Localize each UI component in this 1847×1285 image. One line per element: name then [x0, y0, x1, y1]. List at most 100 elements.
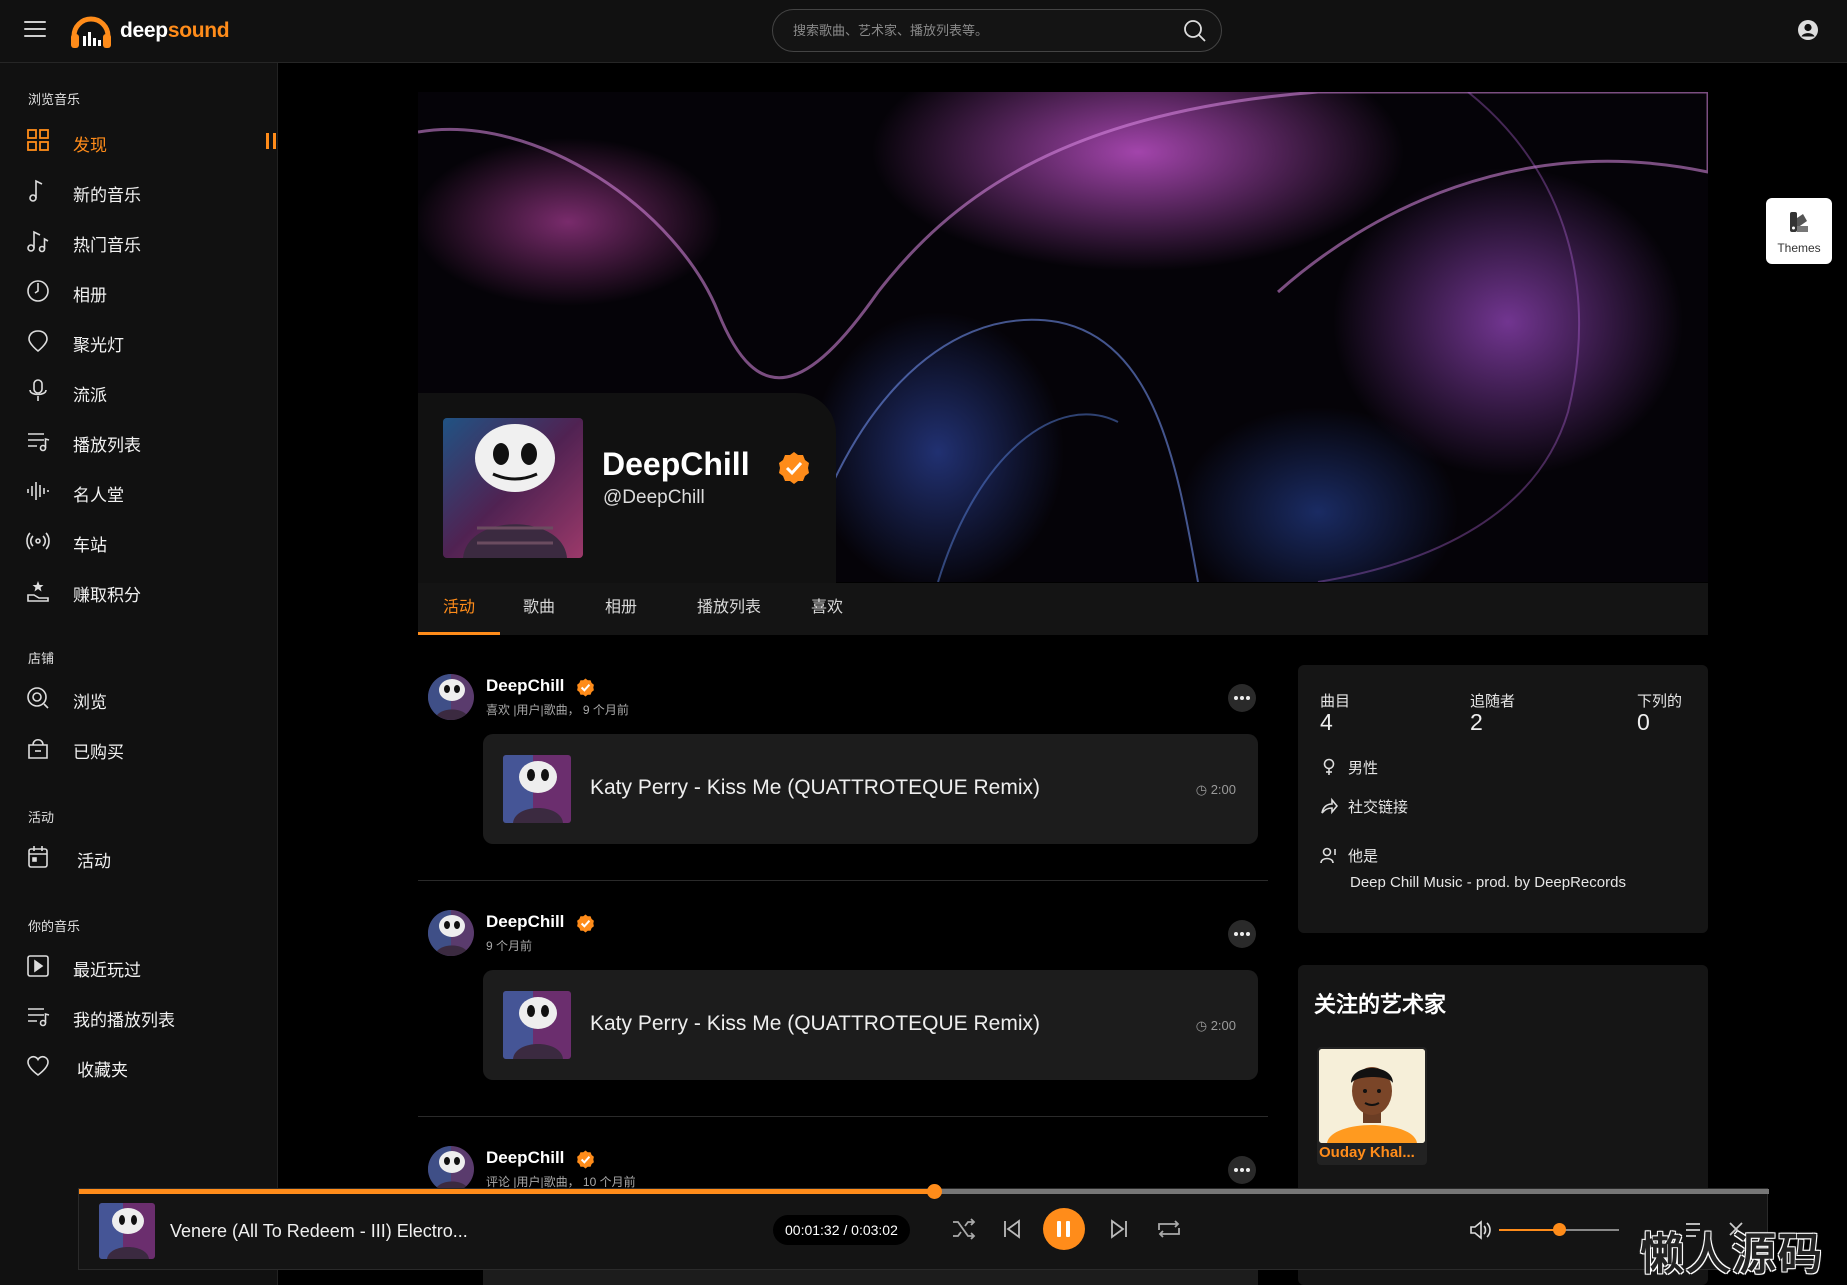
sidebar-item-genres[interactable]: 流派 [0, 368, 278, 414]
themes-label: Themes [1777, 241, 1821, 255]
track-artwork [503, 755, 571, 823]
track-duration: ◷ 2:00 [1196, 1018, 1236, 1034]
seek-bar-progress [79, 1189, 935, 1194]
following-count[interactable]: 0 [1637, 709, 1650, 736]
following-label: 下列的 [1637, 693, 1683, 710]
sidebar-item-label: 活动 [77, 852, 111, 871]
waveform-icon [26, 479, 52, 503]
section-title-events: 活动 [28, 810, 55, 825]
activity-username[interactable]: DeepChill [486, 912, 564, 932]
more-options-button[interactable] [1228, 920, 1256, 948]
activity-meta: 喜欢 |用户|歌曲， 9 个月前 [486, 703, 629, 717]
tab-albums[interactable]: 相册 [596, 583, 646, 635]
tab-activity[interactable]: 活动 [418, 583, 500, 635]
profile-avatar[interactable] [443, 418, 583, 558]
tab-playlists[interactable]: 播放列表 [678, 583, 780, 635]
shuffle-icon[interactable] [951, 1217, 977, 1246]
sidebar-item-new-music[interactable]: 新的音乐 [0, 168, 278, 214]
grid-icon [26, 129, 52, 153]
clock-icon: ◷ [1195, 782, 1211, 797]
search-bar [772, 9, 1222, 52]
user-avatar[interactable] [428, 910, 474, 956]
sidebar-item-label: 流派 [73, 386, 107, 405]
now-playing-artwork[interactable] [99, 1203, 155, 1259]
seek-bar[interactable] [79, 1184, 1769, 1199]
sidebar-item-purchased[interactable]: 已购买 [0, 725, 278, 771]
volume-icon[interactable] [1469, 1219, 1493, 1246]
sidebar-item-recently-played[interactable]: 最近玩过 [0, 943, 278, 989]
sidebar-item-label: 热门音乐 [73, 236, 141, 255]
activity-username[interactable]: DeepChill [486, 1148, 564, 1168]
section-title-store: 店铺 [28, 651, 55, 666]
social-links-row[interactable]: 社交链接 [1320, 796, 1408, 819]
music-notes-icon [26, 229, 52, 253]
track-card[interactable]: Katy Perry - Kiss Me (QUATTROTEQUE Remix… [483, 734, 1258, 844]
sidebar-item-label: 相册 [73, 286, 107, 305]
tab-likes[interactable]: 喜欢 [794, 583, 860, 635]
section-title-your-music: 你的音乐 [28, 919, 81, 934]
sidebar: 浏览音乐 发现 新的音乐 热门音乐 相册 聚光灯 流派 播放列表 名人堂 车站 … [0, 63, 278, 1285]
user-avatar[interactable] [428, 1146, 474, 1192]
seek-handle[interactable] [927, 1184, 943, 1199]
previous-track-icon[interactable] [1002, 1218, 1022, 1245]
search-input[interactable] [791, 10, 1161, 51]
themes-palette-icon [1788, 210, 1810, 239]
sidebar-item-label: 赚取积分 [73, 586, 141, 605]
verified-badge-icon [576, 678, 595, 702]
volume-slider[interactable] [1499, 1223, 1619, 1236]
social-links-label: 社交链接 [1348, 799, 1409, 816]
more-options-button[interactable] [1228, 684, 1256, 712]
sidebar-item-label: 最近玩过 [73, 961, 141, 980]
user-avatar[interactable] [428, 674, 474, 720]
sidebar-item-albums[interactable]: 相册 [0, 268, 278, 314]
sidebar-item-label: 播放列表 [73, 436, 141, 455]
sidebar-item-browse[interactable]: 浏览 [0, 675, 278, 721]
gender-value: 男性 [1348, 760, 1379, 777]
album-disc-icon [26, 279, 52, 303]
user-account-icon[interactable] [1797, 19, 1819, 46]
sidebar-item-stations[interactable]: 车站 [0, 518, 278, 564]
logo[interactable]: deepsound [68, 8, 230, 54]
next-track-icon[interactable] [1109, 1218, 1129, 1245]
activity-username[interactable]: DeepChill [486, 676, 564, 696]
recent-play-icon [26, 954, 52, 978]
track-title[interactable]: Katy Perry - Kiss Me (QUATTROTEQUE Remix… [590, 1012, 1040, 1036]
artist-name[interactable]: Ouday Khal... [1319, 1144, 1425, 1161]
track-title[interactable]: Katy Perry - Kiss Me (QUATTROTEQUE Remix… [590, 776, 1040, 800]
track-card[interactable]: Katy Perry - Kiss Me (QUATTROTEQUE Remix… [483, 970, 1258, 1080]
sidebar-item-my-playlists[interactable]: 我的播放列表 [0, 993, 278, 1039]
purchased-bag-icon [26, 736, 52, 760]
themes-button[interactable]: Themes [1766, 198, 1832, 264]
pause-button[interactable] [1043, 1208, 1085, 1250]
now-playing-title[interactable]: Venere (All To Redeem - III) Electro... [170, 1221, 468, 1242]
tab-songs[interactable]: 歌曲 [514, 583, 564, 635]
about-text: Deep Chill Music - prod. by DeepRecords [1350, 874, 1626, 891]
headphones-logo-icon [68, 8, 114, 54]
volume-level [1499, 1229, 1559, 1231]
verified-badge-icon [576, 914, 595, 938]
logo-text-sound: sound [167, 19, 230, 42]
browse-icon [26, 686, 52, 710]
watermark-text: 懒人源码 [1640, 1229, 1824, 1280]
profile-handle: @DeepChill [603, 487, 705, 508]
tracks-label: 曲目 [1320, 693, 1351, 710]
artist-tile[interactable]: Ouday Khal... [1317, 1047, 1427, 1165]
search-icon[interactable] [1183, 19, 1207, 48]
menu-icon[interactable] [24, 21, 46, 39]
sidebar-item-hot-music[interactable]: 热门音乐 [0, 218, 278, 264]
sidebar-item-discover[interactable]: 发现 [0, 118, 278, 164]
top-bar: deepsound [0, 0, 1847, 63]
volume-handle[interactable] [1553, 1223, 1566, 1236]
followers-count[interactable]: 2 [1470, 709, 1483, 736]
sidebar-item-spotlight[interactable]: 聚光灯 [0, 318, 278, 364]
sidebar-item-favorites[interactable]: 收藏夹 [0, 1043, 278, 1089]
more-options-button[interactable] [1228, 1156, 1256, 1184]
sidebar-item-events[interactable]: 活动 [0, 834, 278, 880]
sidebar-item-label: 名人堂 [73, 486, 124, 505]
sidebar-item-earn-points[interactable]: 赚取积分 [0, 568, 278, 614]
sidebar-item-hall-of-fame[interactable]: 名人堂 [0, 468, 278, 514]
profile-stats-card: 曲目 4 追随者 2 下列的 0 男性 社交链接 他是 Deep Chill M… [1298, 665, 1708, 933]
logo-text-deep: deep [120, 19, 168, 42]
repeat-icon[interactable] [1155, 1217, 1183, 1246]
sidebar-item-playlists[interactable]: 播放列表 [0, 418, 278, 464]
